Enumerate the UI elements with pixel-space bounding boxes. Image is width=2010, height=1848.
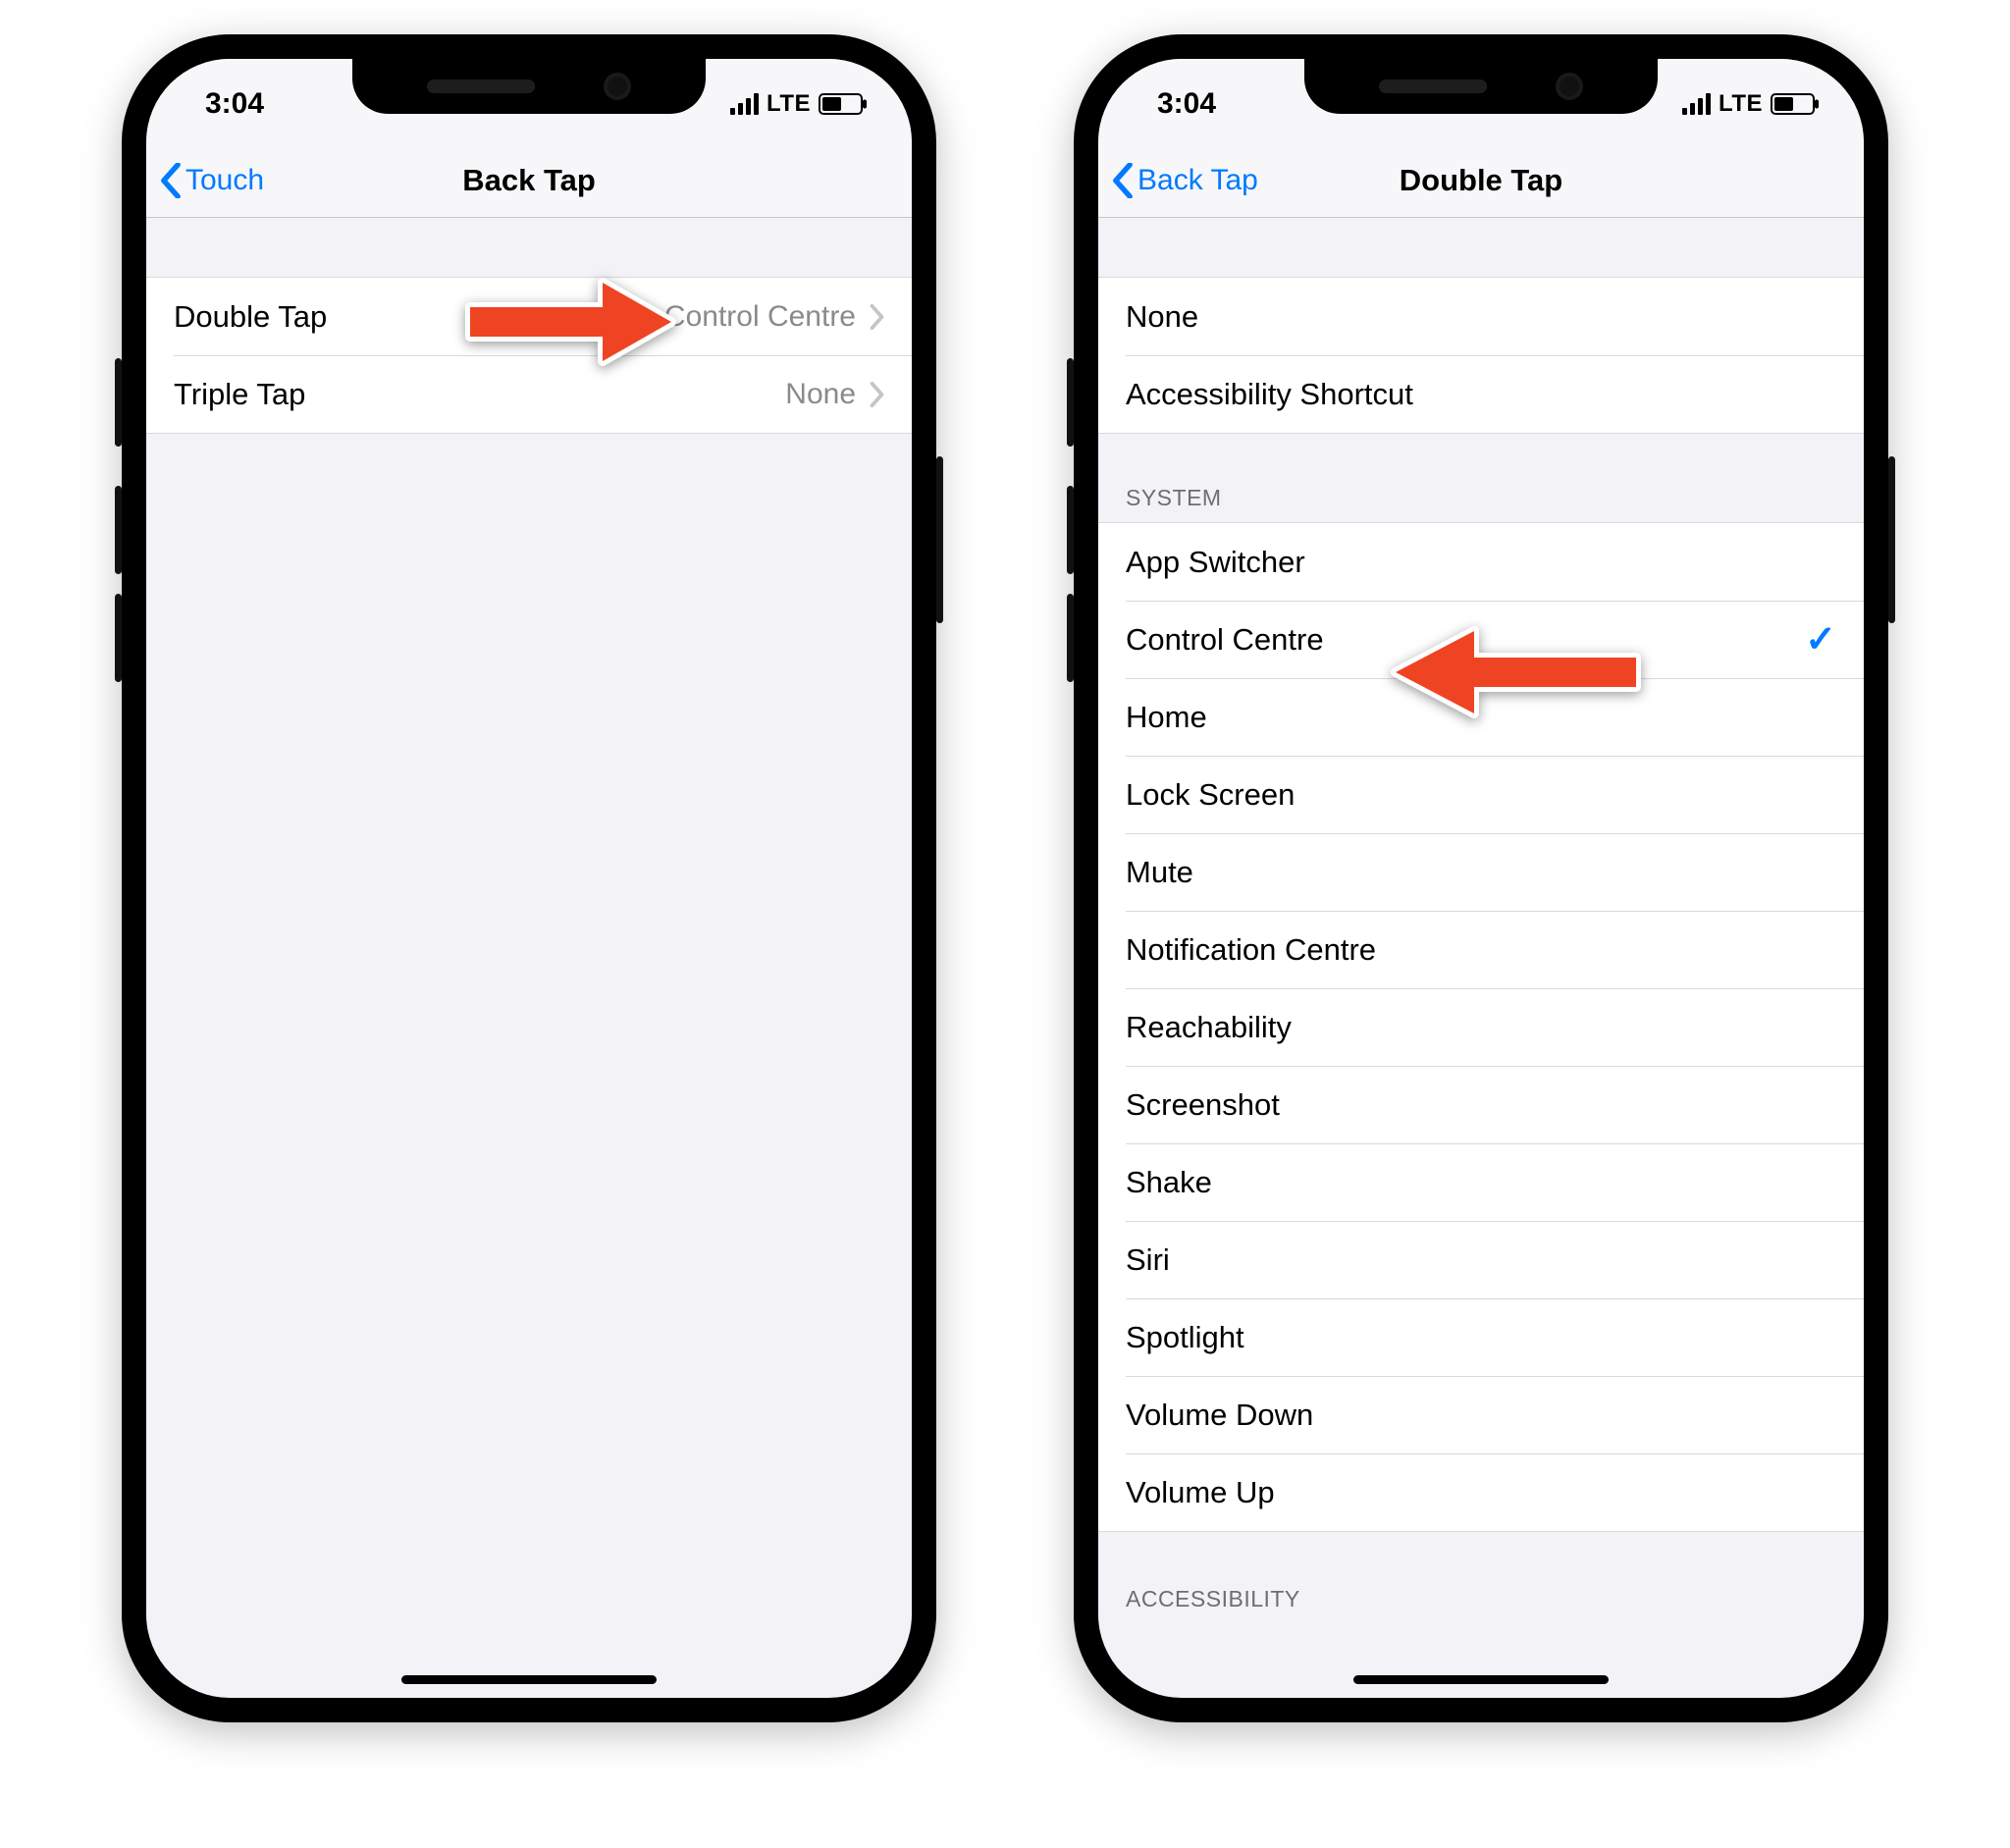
row-label: Volume Down	[1126, 1398, 1313, 1433]
row-label: Triple Tap	[174, 377, 305, 412]
row-system[interactable]: Reachability	[1098, 988, 1864, 1066]
row-system[interactable]: Volume Down	[1098, 1376, 1864, 1453]
row-label: Home	[1126, 700, 1207, 735]
section-header-system: SYSTEM	[1098, 434, 1864, 522]
row-label: Shake	[1126, 1165, 1212, 1200]
row-accessibility-shortcut[interactable]: Accessibility Shortcut	[1098, 355, 1864, 433]
back-label: Back Tap	[1137, 164, 1258, 197]
phone-frame-left: 3:04 LTE Touch	[122, 34, 936, 1722]
row-system[interactable]: Mute	[1098, 833, 1864, 911]
cellular-signal-icon	[1682, 93, 1711, 115]
row-label: Spotlight	[1126, 1320, 1244, 1355]
row-label: Reachability	[1126, 1010, 1292, 1045]
status-time: 3:04	[205, 87, 264, 121]
back-label: Touch	[185, 164, 264, 197]
row-label: Control Centre	[1126, 622, 1324, 658]
section-header-accessibility: ACCESSIBILITY	[1098, 1532, 1864, 1623]
row-system[interactable]: Volume Up	[1098, 1453, 1864, 1531]
row-none[interactable]: None	[1098, 278, 1864, 355]
row-label: Accessibility Shortcut	[1126, 377, 1413, 412]
battery-icon	[819, 93, 863, 115]
row-label: None	[1126, 299, 1198, 335]
chevron-left-icon	[1112, 163, 1134, 198]
phone-frame-right: 3:04 LTE Back Tap	[1074, 34, 1888, 1722]
annotation-arrow-left	[1386, 613, 1641, 731]
row-value: Control Centre	[664, 300, 856, 334]
row-label: Screenshot	[1126, 1087, 1280, 1123]
row-system[interactable]: Screenshot	[1098, 1066, 1864, 1143]
row-system[interactable]: Lock Screen	[1098, 756, 1864, 833]
network-label: LTE	[767, 90, 811, 118]
chevron-right-icon	[870, 382, 884, 407]
row-system[interactable]: App Switcher	[1098, 523, 1864, 601]
annotation-arrow-right	[465, 263, 681, 381]
row-system[interactable]: Shake	[1098, 1143, 1864, 1221]
row-label: Siri	[1126, 1242, 1170, 1278]
notch	[352, 59, 706, 114]
chevron-right-icon	[870, 304, 884, 330]
status-time: 3:04	[1157, 87, 1216, 121]
back-button[interactable]: Back Tap	[1112, 163, 1258, 198]
home-indicator	[401, 1675, 657, 1684]
row-label: Double Tap	[174, 299, 327, 335]
row-label: App Switcher	[1126, 545, 1305, 580]
nav-bar: Back Tap Double Tap	[1098, 143, 1864, 218]
row-value: None	[785, 378, 856, 411]
row-label: Lock Screen	[1126, 777, 1295, 813]
notch	[1304, 59, 1658, 114]
row-system[interactable]: Spotlight	[1098, 1298, 1864, 1376]
nav-bar: Touch Back Tap	[146, 143, 912, 218]
row-label: Volume Up	[1126, 1475, 1275, 1510]
battery-icon	[1771, 93, 1815, 115]
checkmark-icon: ✓	[1805, 617, 1836, 661]
row-label: Notification Centre	[1126, 932, 1376, 968]
page-title: Double Tap	[1400, 163, 1562, 198]
row-label: Mute	[1126, 855, 1193, 890]
back-button[interactable]: Touch	[160, 163, 264, 198]
row-system[interactable]: Siri	[1098, 1221, 1864, 1298]
cellular-signal-icon	[730, 93, 759, 115]
top-group: None Accessibility Shortcut	[1098, 277, 1864, 434]
row-system[interactable]: Notification Centre	[1098, 911, 1864, 988]
network-label: LTE	[1719, 90, 1763, 118]
chevron-left-icon	[160, 163, 182, 198]
home-indicator	[1353, 1675, 1609, 1684]
options-scroll[interactable]: None Accessibility Shortcut SYSTEM App S…	[1098, 218, 1864, 1698]
page-title: Back Tap	[462, 163, 596, 198]
